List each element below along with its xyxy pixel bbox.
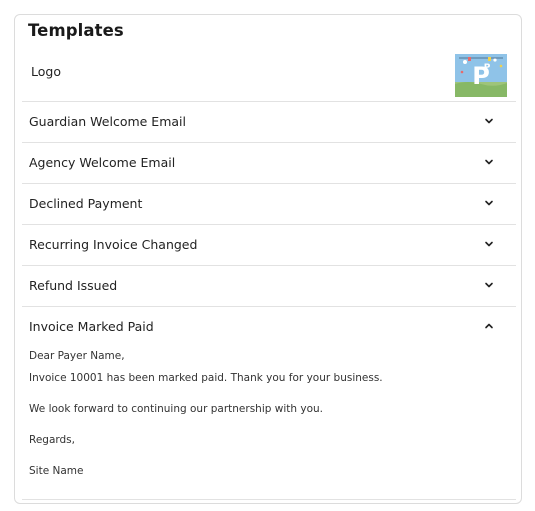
template-item-label: Declined Payment bbox=[29, 196, 143, 211]
chevron-down-icon bbox=[485, 118, 493, 124]
card-title: Templates bbox=[28, 21, 124, 40]
template-accordion: Guardian Welcome Email Agency Welcome Em… bbox=[22, 102, 516, 500]
email-body-line: We look forward to continuing our partne… bbox=[29, 403, 323, 415]
chevron-down-icon bbox=[485, 159, 493, 165]
template-item-label: Refund Issued bbox=[29, 278, 118, 293]
svg-text:P: P bbox=[484, 63, 491, 73]
template-item-recurring-invoice-changed[interactable]: Recurring Invoice Changed bbox=[22, 225, 516, 266]
template-item-header[interactable]: Invoice Marked Paid bbox=[22, 307, 516, 347]
chevron-up-icon bbox=[485, 323, 493, 329]
email-body-line: Invoice 10001 has been marked paid. Than… bbox=[29, 372, 383, 384]
chevron-down-icon bbox=[485, 282, 493, 288]
logo-label: Logo bbox=[31, 64, 61, 79]
templates-card: Templates Logo P P Guardian Welcome Emai… bbox=[14, 14, 522, 504]
logo-row: Logo P P bbox=[22, 51, 516, 102]
template-item-invoice-marked-paid: Invoice Marked Paid Dear Payer Name, Inv… bbox=[22, 307, 516, 500]
template-item-declined-payment[interactable]: Declined Payment bbox=[22, 184, 516, 225]
template-item-agency-welcome-email[interactable]: Agency Welcome Email bbox=[22, 143, 516, 184]
chevron-down-icon bbox=[485, 200, 493, 206]
template-item-label: Agency Welcome Email bbox=[29, 155, 176, 170]
template-item-label: Invoice Marked Paid bbox=[29, 319, 154, 334]
email-closing: Regards, bbox=[29, 434, 75, 446]
email-greeting: Dear Payer Name, bbox=[29, 350, 125, 362]
template-item-label: Guardian Welcome Email bbox=[29, 114, 186, 129]
template-item-guardian-welcome-email[interactable]: Guardian Welcome Email bbox=[22, 102, 516, 143]
template-item-refund-issued[interactable]: Refund Issued bbox=[22, 266, 516, 307]
chevron-down-icon bbox=[485, 241, 493, 247]
email-signature: Site Name bbox=[29, 465, 84, 477]
template-item-label: Recurring Invoice Changed bbox=[29, 237, 198, 252]
logo-image[interactable]: P P bbox=[455, 54, 507, 97]
